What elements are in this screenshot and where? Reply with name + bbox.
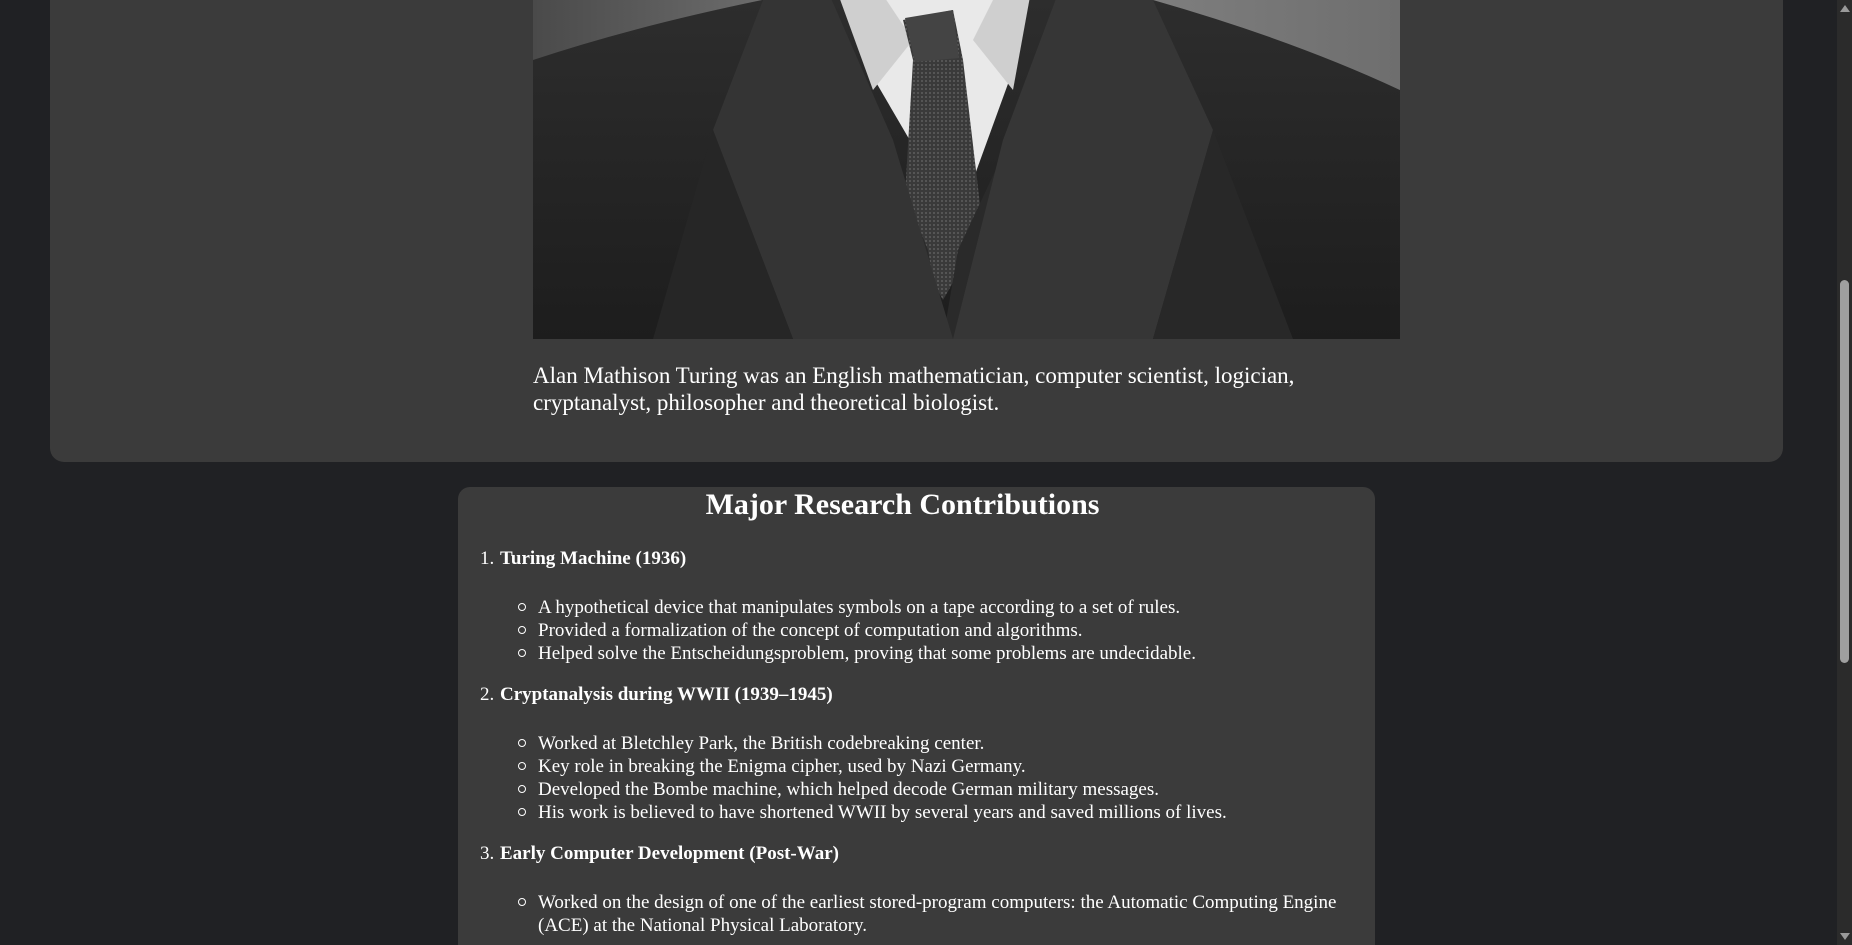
list-item: Helped solve the Entscheidungsproblem, p… [516,642,1338,665]
bullet-icon [518,808,526,816]
contribution-points: Worked at Bletchley Park, the British co… [480,732,1397,824]
bullet-icon [518,785,526,793]
list-item: Worked on the design of one of the earli… [516,891,1338,937]
contribution-points: Worked on the design of one of the earli… [480,891,1397,937]
bullet-icon [518,762,526,770]
contribution-item: 3. Early Computer Development (Post-War)… [480,842,1397,937]
list-item: A hypothetical device that manipulates s… [516,596,1338,619]
bullet-icon [518,739,526,747]
contribution-number: 2. [480,684,495,705]
portrait-image [533,0,1400,339]
contributions-card: Major Research Contributions 1. Turing M… [458,487,1375,945]
contribution-name: Cryptanalysis during WWII (1939–1945) [500,684,833,705]
page: Alan Mathison Turing was an English math… [0,0,1852,945]
list-item: Provided a formalization of the concept … [516,619,1338,642]
contribution-item: 1. Turing Machine (1936) A hypothetical … [480,547,1397,665]
contribution-number: 1. [480,548,495,569]
bullet-icon [518,898,526,906]
list-item: Key role in breaking the Enigma cipher, … [516,755,1338,778]
contributions-title: Major Research Contributions [705,488,1100,521]
list-item: Developed the Bombe machine, which helpe… [516,778,1338,801]
bullet-icon [518,626,526,634]
scroll-down-icon[interactable] [1840,933,1850,940]
list-item: Worked at Bletchley Park, the British co… [516,732,1338,755]
contribution-name: Early Computer Development (Post-War) [500,843,839,864]
list-item: His work is believed to have shortened W… [516,801,1338,824]
scrollbar-thumb[interactable] [1840,280,1849,663]
vertical-scrollbar[interactable] [1837,0,1852,945]
bullet-icon [518,649,526,657]
contribution-name: Turing Machine (1936) [500,548,687,569]
contribution-points: A hypothetical device that manipulates s… [480,596,1397,665]
scroll-up-icon[interactable] [1840,5,1850,12]
intro-paragraph: Alan Mathison Turing was an English math… [533,363,1295,415]
contribution-number: 3. [480,843,495,864]
contributions-list: 1. Turing Machine (1936) A hypothetical … [458,547,1397,945]
bullet-icon [518,603,526,611]
hero-card: Alan Mathison Turing was an English math… [50,0,1783,462]
contribution-item: 2. Cryptanalysis during WWII (1939–1945)… [480,683,1397,824]
